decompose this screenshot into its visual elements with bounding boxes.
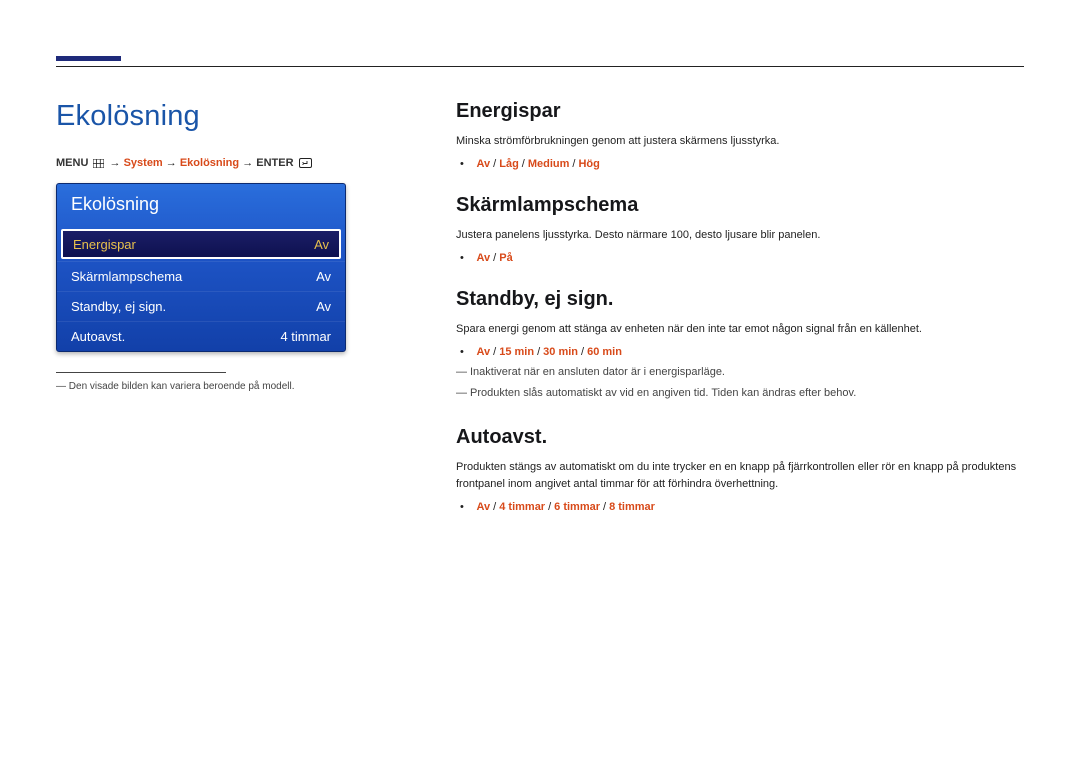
model-disclaimer-note: Den visade bilden kan variera beroende p… [56, 381, 396, 392]
osd-row-autoavst[interactable]: Autoavst. 4 timmar [57, 321, 345, 351]
option-list: Av/På [456, 252, 1024, 264]
osd-row-standby[interactable]: Standby, ej sign. Av [57, 291, 345, 321]
header-accent-bar [56, 56, 121, 61]
page-title: Ekolösning [56, 100, 396, 133]
osd-row-label: Autoavst. [71, 329, 125, 344]
option-line: Av/15 min/30 min/60 min [470, 346, 1024, 358]
option-value: 4 timmar [499, 501, 545, 513]
option-value: 60 min [587, 346, 622, 358]
path-menu-label: MENU [56, 157, 88, 169]
option-value: Av [477, 252, 491, 264]
osd-row-value: 4 timmar [280, 329, 331, 344]
option-value: 8 timmar [609, 501, 655, 513]
path-seg-system: System [124, 157, 163, 169]
option-value: Hög [578, 158, 599, 170]
osd-row-value: Av [316, 269, 331, 284]
section-skarmlampschema: Skärmlampschema Justera panelens ljussty… [456, 194, 1024, 264]
section-note: Inaktiverat när en ansluten dator är i e… [456, 364, 1024, 381]
section-desc: Produkten stängs av automatiskt om du in… [456, 459, 1024, 493]
option-value: 15 min [499, 346, 534, 358]
section-autoavst: Autoavst. Produkten stängs av automatisk… [456, 426, 1024, 513]
osd-row-energispar[interactable]: Energispar Av [61, 229, 341, 259]
option-line: Av/På [470, 252, 1024, 264]
section-desc: Justera panelens ljusstyrka. Desto närma… [456, 227, 1024, 244]
section-desc: Minska strömförbrukningen genom att just… [456, 133, 1024, 150]
path-enter-label: ENTER [256, 157, 293, 169]
option-line: Av/Låg/Medium/Hög [470, 158, 1024, 170]
option-line: Av/4 timmar/6 timmar/8 timmar [470, 501, 1024, 513]
section-energispar: Energispar Minska strömförbrukningen gen… [456, 100, 1024, 170]
section-note: Produkten slås automatiskt av vid en ang… [456, 385, 1024, 402]
arrow-icon: → [166, 157, 180, 169]
osd-row-label: Skärmlampschema [71, 269, 182, 284]
path-seg-ekolosning: Ekolösning [180, 157, 239, 169]
arrow-icon: → [110, 157, 124, 169]
section-title: Skärmlampschema [456, 194, 1024, 217]
section-title: Energispar [456, 100, 1024, 123]
osd-header: Ekolösning [57, 184, 345, 227]
option-value: Låg [499, 158, 519, 170]
left-divider [56, 372, 226, 373]
section-title: Autoavst. [456, 426, 1024, 449]
option-list: Av/4 timmar/6 timmar/8 timmar [456, 501, 1024, 513]
osd-row-value: Av [316, 299, 331, 314]
osd-row-skarmlampschema[interactable]: Skärmlampschema Av [57, 261, 345, 291]
option-value: 6 timmar [554, 501, 600, 513]
option-value: Av [477, 501, 491, 513]
option-value: 30 min [543, 346, 578, 358]
option-list: Av/Låg/Medium/Hög [456, 158, 1024, 170]
left-column: Ekolösning MENU → System → Ekolösning → … [56, 100, 396, 519]
section-title: Standby, ej sign. [456, 288, 1024, 311]
header-rule [56, 66, 1024, 67]
option-value: Av [477, 346, 491, 358]
breadcrumb: MENU → System → Ekolösning → ENTER [56, 157, 396, 169]
option-value: Av [477, 158, 491, 170]
osd-panel: Ekolösning Energispar Av Skärmlampschema… [56, 183, 346, 352]
section-standby: Standby, ej sign. Spara energi genom att… [456, 288, 1024, 402]
arrow-icon: → [242, 157, 256, 169]
enter-icon [299, 158, 312, 168]
menu-grid-icon [93, 159, 104, 168]
osd-row-label: Energispar [73, 237, 136, 252]
option-value: Medium [528, 158, 570, 170]
right-column: Energispar Minska strömförbrukningen gen… [456, 100, 1024, 519]
option-list: Av/15 min/30 min/60 min [456, 346, 1024, 358]
osd-row-label: Standby, ej sign. [71, 299, 166, 314]
osd-row-value: Av [314, 237, 329, 252]
section-desc: Spara energi genom att stänga av enheten… [456, 321, 1024, 338]
option-value: På [499, 252, 512, 264]
page-body: Ekolösning MENU → System → Ekolösning → … [56, 100, 1024, 519]
